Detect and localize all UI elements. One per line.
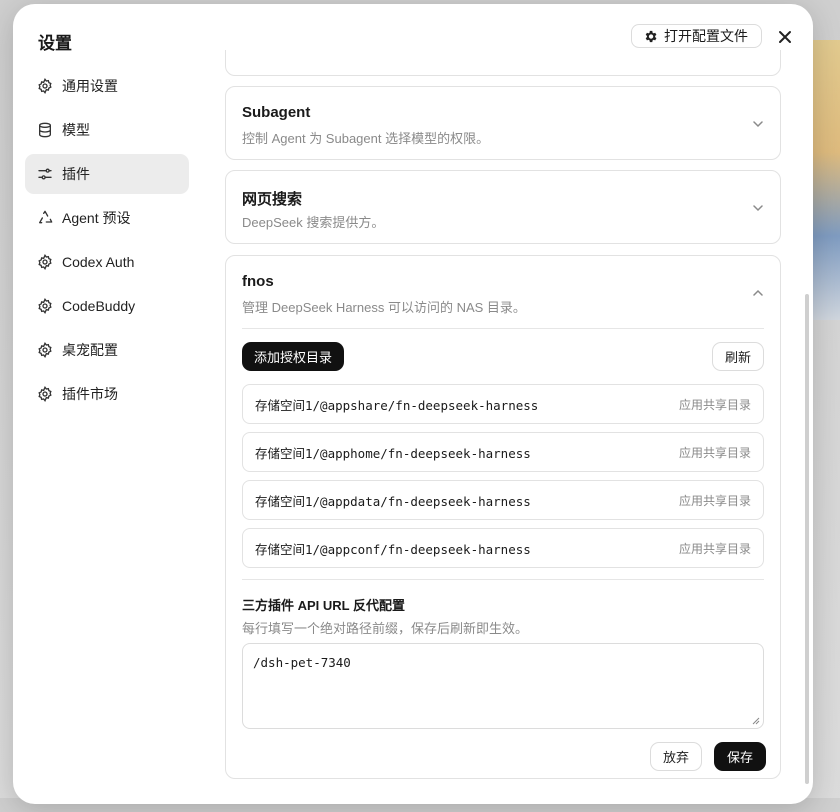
settings-content: Subagent 控制 Agent 为 Subagent 选择模型的权限。 网页… xyxy=(225,50,781,804)
save-button[interactable]: 保存 xyxy=(714,742,767,771)
add-authorized-dir-button[interactable]: 添加授权目录 xyxy=(242,342,345,371)
proxy-config-hint: 每行填写一个绝对路径前缀，保存后刷新即生效。 xyxy=(242,621,529,636)
card-title: Subagent xyxy=(242,104,311,121)
dir-path: 存储空间1/@appconf/fn-deepseek-harness xyxy=(255,541,531,557)
list-item: 存储空间1/@appdata/fn-deepseek-harness 应用共享目… xyxy=(242,480,764,520)
dir-path: 存储空间1/@appdata/fn-deepseek-harness xyxy=(255,493,531,509)
sidebar-item-general[interactable]: 通用设置 xyxy=(25,66,189,106)
sliders-icon xyxy=(38,168,52,180)
dir-tag: 应用共享目录 xyxy=(678,445,751,460)
dir-path: 存储空间1/@apphome/fn-deepseek-harness xyxy=(255,445,531,461)
sidebar-item-codex-auth[interactable]: Codex Auth xyxy=(25,242,189,282)
list-item: 存储空间1/@appshare/fn-deepseek-harness 应用共享… xyxy=(242,384,764,424)
recycle-icon xyxy=(39,210,53,224)
chevron-up-icon[interactable] xyxy=(752,287,764,299)
gear-icon xyxy=(645,30,657,42)
subagent-card[interactable]: Subagent 控制 Agent 为 Subagent 选择模型的权限。 xyxy=(225,86,781,160)
scrollbar[interactable] xyxy=(805,294,809,784)
gear-icon xyxy=(38,298,52,314)
sidebar-item-plugins[interactable]: 插件 xyxy=(25,154,189,194)
fnos-card: fnos 管理 DeepSeek Harness 可以访问的 NAS 目录。 添… xyxy=(225,255,781,779)
card-title: 网页搜索 xyxy=(242,191,303,208)
collapsed-card-partial xyxy=(225,50,781,76)
sidebar-item-label: 桌宠配置 xyxy=(62,342,118,358)
sidebar-item-plugin-market[interactable]: 插件市场 xyxy=(25,374,189,414)
divider xyxy=(242,328,764,329)
dir-tag: 应用共享目录 xyxy=(678,493,751,508)
list-item: 存储空间1/@apphome/fn-deepseek-harness 应用共享目… xyxy=(242,432,764,472)
gear-icon xyxy=(38,254,52,270)
sidebar-item-models[interactable]: 模型 xyxy=(25,110,189,150)
resize-grip-icon[interactable] xyxy=(752,717,760,725)
settings-modal: 设置 打开配置文件 通用设置 模型 插件 Agent 预设 Codex Auth xyxy=(13,4,813,804)
open-config-label: 打开配置文件 xyxy=(664,28,748,44)
sidebar-nav: 通用设置 模型 插件 Agent 预设 Codex Auth CodeBuddy… xyxy=(25,66,189,418)
chevron-down-icon[interactable] xyxy=(752,118,764,130)
sidebar-item-agent-presets[interactable]: Agent 预设 xyxy=(25,198,189,238)
modal-title: 设置 xyxy=(38,34,72,53)
proxy-config-textarea[interactable]: /dsh-pet-7340 xyxy=(242,643,764,729)
sidebar-item-label: Codex Auth xyxy=(62,254,135,270)
discard-button[interactable]: 放弃 xyxy=(650,742,703,771)
refresh-button[interactable]: 刷新 xyxy=(711,342,764,371)
proxy-config-title: 三方插件 API URL 反代配置 xyxy=(242,598,405,613)
sidebar-item-label: 插件市场 xyxy=(62,386,118,402)
dir-tag: 应用共享目录 xyxy=(678,541,751,556)
card-title: fnos xyxy=(242,273,274,290)
sidebar-item-codebuddy[interactable]: CodeBuddy xyxy=(25,286,189,326)
card-subtitle: 管理 DeepSeek Harness 可以访问的 NAS 目录。 xyxy=(242,300,526,315)
sidebar-item-label: 模型 xyxy=(62,122,90,138)
gear-icon xyxy=(38,386,52,402)
divider xyxy=(242,579,764,580)
sidebar-item-label: CodeBuddy xyxy=(62,298,136,314)
close-icon[interactable] xyxy=(776,28,794,46)
sidebar-item-pet-config[interactable]: 桌宠配置 xyxy=(25,330,189,370)
gear-icon xyxy=(38,78,52,94)
sidebar-item-label: 通用设置 xyxy=(62,78,118,94)
sidebar-item-label: Agent 预设 xyxy=(62,210,131,226)
open-config-file-button[interactable]: 打开配置文件 xyxy=(631,24,762,48)
card-subtitle: 控制 Agent 为 Subagent 选择模型的权限。 xyxy=(242,131,490,146)
chevron-down-icon[interactable] xyxy=(752,202,764,214)
database-icon xyxy=(39,122,51,138)
web-search-card[interactable]: 网页搜索 DeepSeek 搜索提供方。 xyxy=(225,170,781,244)
card-subtitle: DeepSeek 搜索提供方。 xyxy=(242,215,385,230)
sidebar-item-label: 插件 xyxy=(62,166,90,182)
proxy-config-value: /dsh-pet-7340 xyxy=(253,655,351,670)
gear-icon xyxy=(38,342,52,358)
list-item: 存储空间1/@appconf/fn-deepseek-harness 应用共享目… xyxy=(242,528,764,568)
dir-path: 存储空间1/@appshare/fn-deepseek-harness xyxy=(255,397,539,413)
dir-tag: 应用共享目录 xyxy=(678,397,751,412)
